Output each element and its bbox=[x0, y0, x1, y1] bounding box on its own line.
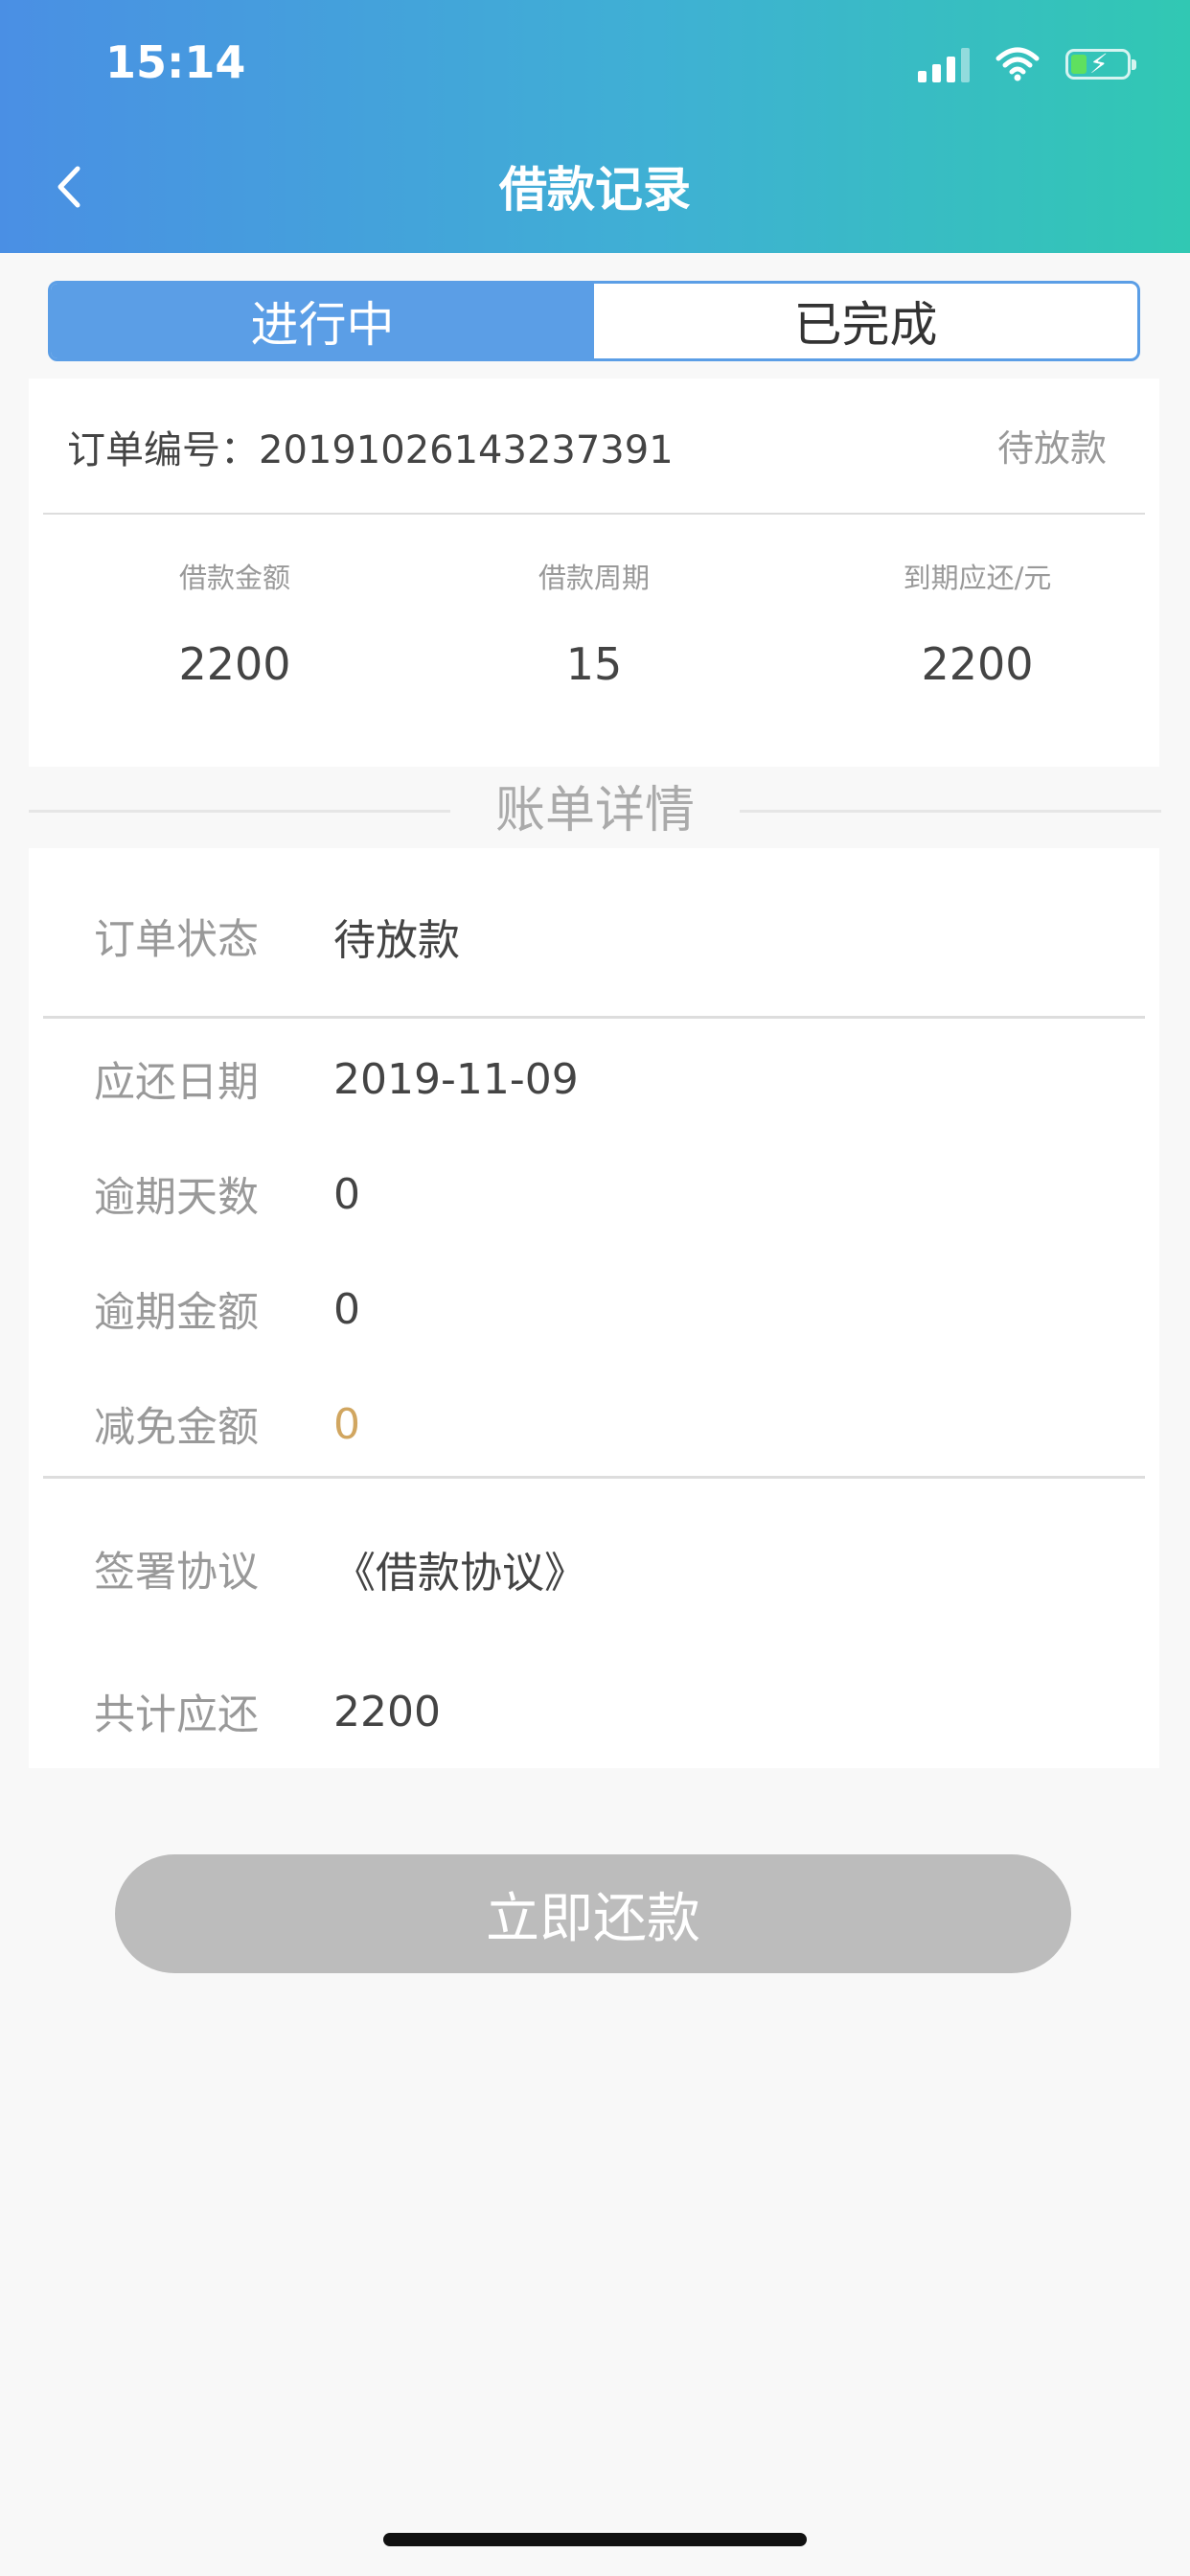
status-tabs: 进行中 已完成 bbox=[48, 281, 1140, 361]
repay-now-button[interactable]: 立即还款 bbox=[115, 1854, 1071, 1973]
stat-value: 2200 bbox=[178, 638, 291, 690]
detail-row-overdue-days: 逾期天数 0 bbox=[94, 1164, 360, 1224]
home-indicator[interactable] bbox=[383, 2533, 807, 2546]
detail-row-order-status: 订单状态 待放款 bbox=[94, 906, 460, 967]
divider bbox=[29, 810, 450, 813]
detail-label: 逾期天数 bbox=[94, 1174, 259, 1222]
page-title: 借款记录 bbox=[499, 162, 691, 218]
loan-agreement-link[interactable]: 《借款协议》 bbox=[333, 1538, 586, 1599]
stat-value: 2200 bbox=[921, 638, 1034, 690]
stat-value: 15 bbox=[565, 638, 623, 690]
stat-due-repayment: 到期应还/元 2200 bbox=[795, 556, 1159, 690]
detail-label: 逾期金额 bbox=[94, 1289, 259, 1337]
wifi-icon bbox=[995, 47, 1040, 81]
order-number-label: 订单编号： bbox=[67, 428, 259, 472]
divider bbox=[43, 1476, 1145, 1479]
detail-row-waived-amount: 减免金额 0 bbox=[94, 1394, 360, 1454]
detail-value: 2200 bbox=[333, 1687, 441, 1736]
detail-label: 共计应还 bbox=[94, 1691, 259, 1739]
detail-row-total-due: 共计应还 2200 bbox=[94, 1682, 441, 1741]
bill-details-card: 订单状态 待放款 应还日期 2019-11-09 逾期天数 0 逾期金额 0 减… bbox=[29, 848, 1159, 1768]
detail-value: 待放款 bbox=[333, 916, 460, 965]
detail-row-agreement: 签署协议 《借款协议》 bbox=[94, 1538, 586, 1599]
detail-label: 签署协议 bbox=[94, 1549, 259, 1597]
detail-value: 0 bbox=[333, 1399, 360, 1449]
bill-details-heading: 账单详情 bbox=[0, 771, 1190, 840]
stat-loan-period: 借款周期 15 bbox=[412, 556, 776, 690]
tab-in-progress[interactable]: 进行中 bbox=[51, 284, 594, 358]
detail-row-due-date: 应还日期 2019-11-09 bbox=[94, 1049, 579, 1109]
header-bar: 15:14 ⚡ 借款记录 bbox=[0, 0, 1190, 253]
stat-label: 借款周期 bbox=[538, 562, 650, 594]
divider bbox=[43, 513, 1145, 515]
detail-value: 2019-11-09 bbox=[333, 1054, 579, 1104]
detail-label: 应还日期 bbox=[94, 1059, 259, 1107]
divider bbox=[740, 810, 1161, 813]
stat-label: 借款金额 bbox=[178, 562, 290, 594]
status-icons: ⚡ bbox=[918, 42, 1136, 86]
divider bbox=[43, 1016, 1145, 1019]
order-number-value: 20191026143237391 bbox=[259, 428, 674, 472]
battery-icon: ⚡ bbox=[1065, 48, 1136, 80]
detail-label: 订单状态 bbox=[94, 916, 259, 964]
detail-value: 0 bbox=[333, 1284, 360, 1334]
detail-label: 减免金额 bbox=[94, 1404, 259, 1452]
order-number: 订单编号：20191026143237391 bbox=[67, 419, 674, 474]
section-title: 账单详情 bbox=[494, 781, 695, 840]
cellular-signal-icon bbox=[918, 46, 970, 82]
detail-row-overdue-amount: 逾期金额 0 bbox=[94, 1279, 360, 1339]
order-summary-card: 订单编号：20191026143237391 待放款 借款金额 2200 借款周… bbox=[29, 379, 1159, 767]
status-time: 15:14 bbox=[105, 36, 246, 88]
tab-completed[interactable]: 已完成 bbox=[594, 284, 1137, 358]
detail-value: 0 bbox=[333, 1169, 360, 1219]
stat-label: 到期应还/元 bbox=[903, 562, 1052, 594]
order-status-text: 待放款 bbox=[996, 427, 1107, 470]
stat-loan-amount: 借款金额 2200 bbox=[53, 556, 417, 690]
